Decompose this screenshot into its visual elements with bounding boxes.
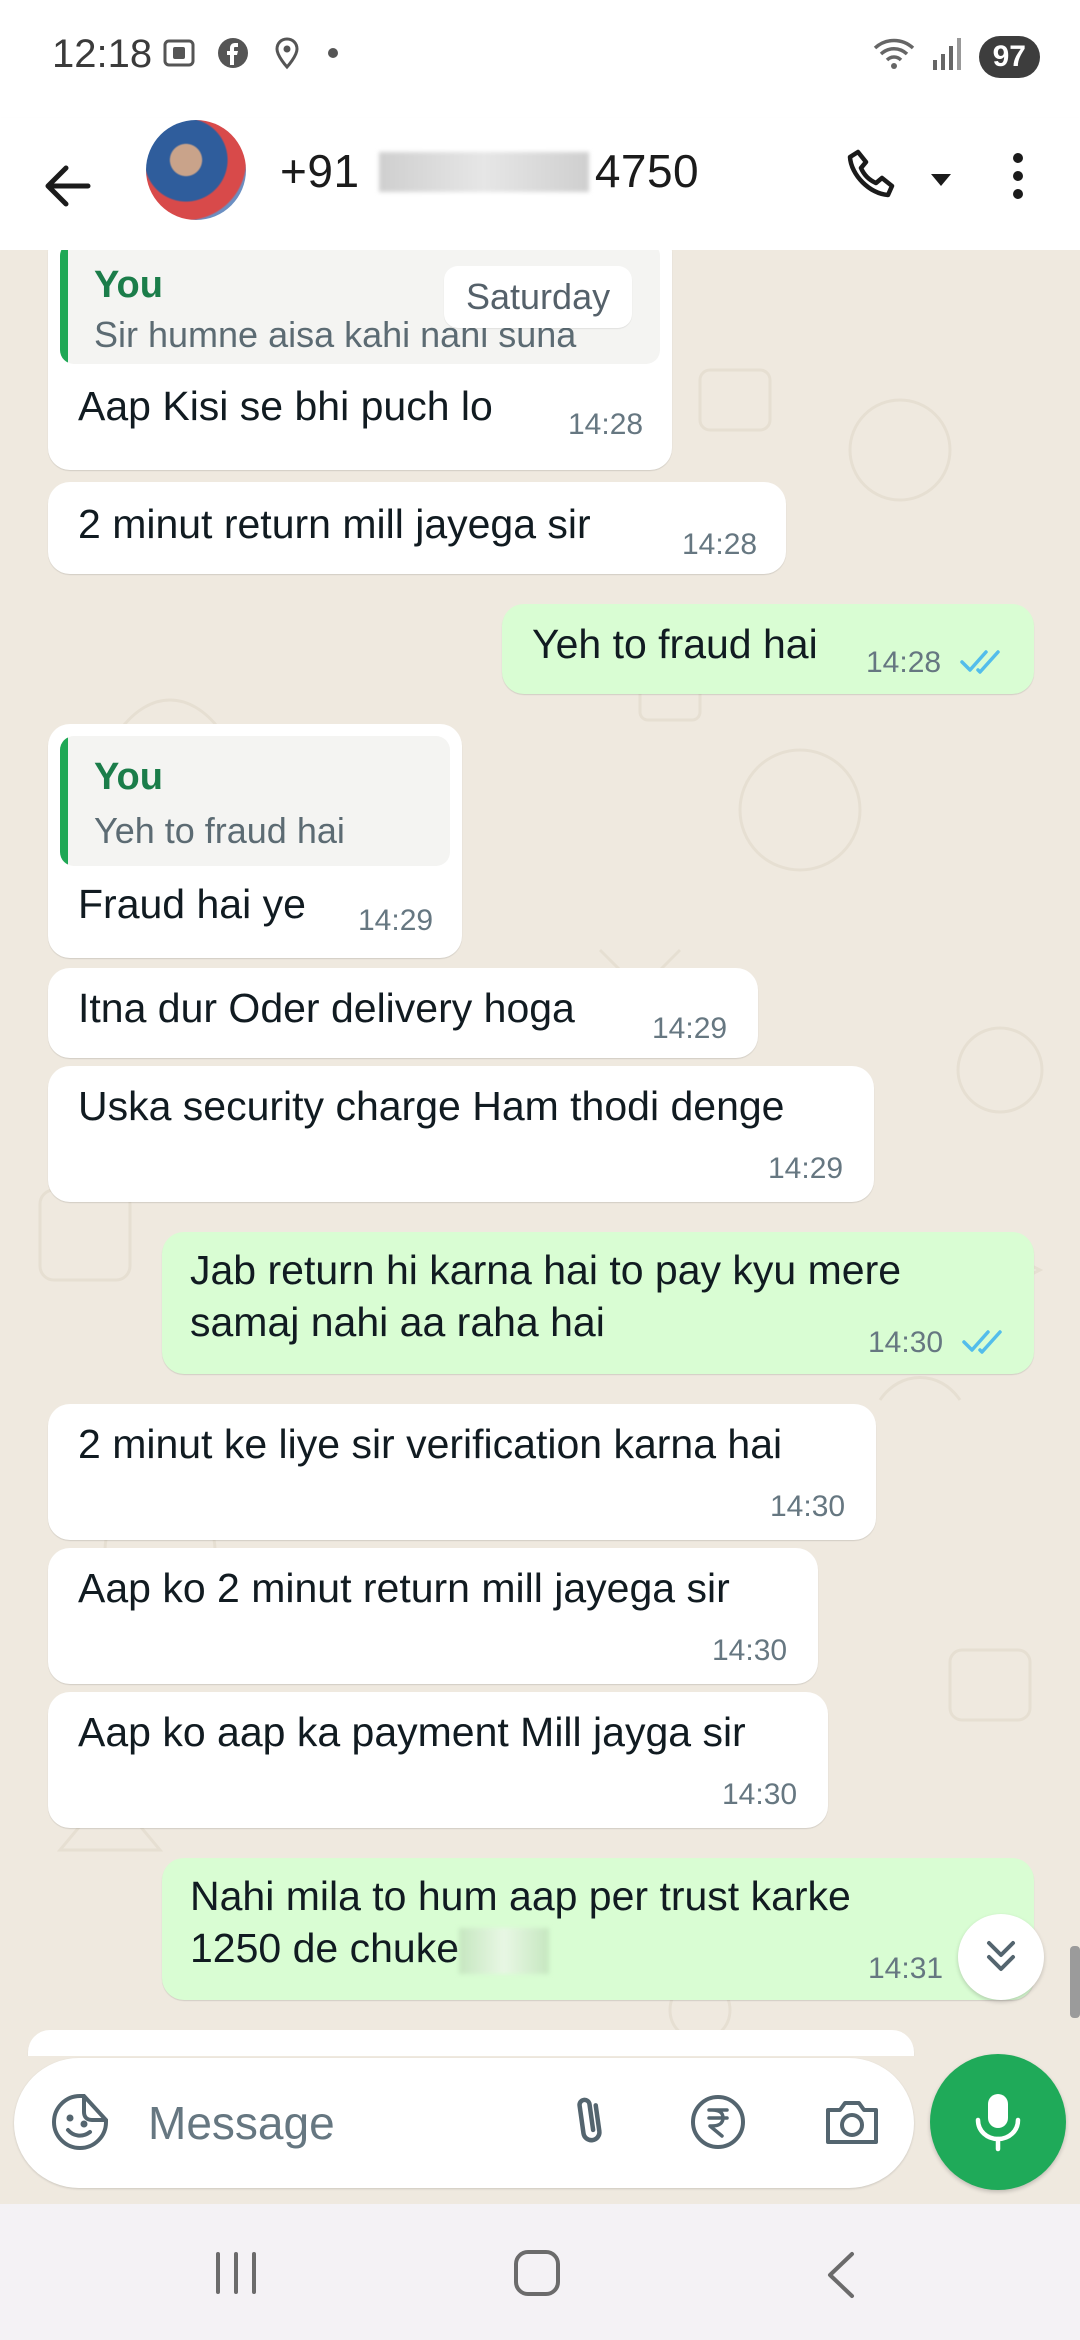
quote-author: You — [94, 264, 163, 306]
message-time: 14:31 — [868, 1952, 944, 1985]
facebook-icon — [214, 34, 252, 72]
quote-author: You — [94, 756, 163, 798]
composer — [14, 2058, 914, 2188]
message-text-visible: 1250 de chuke — [190, 1925, 460, 1971]
message-bubble-outgoing[interactable]: Yeh to fraud hai 14:28 — [502, 604, 1034, 694]
message-time: 14:29 — [768, 1152, 844, 1185]
sticker-icon[interactable] — [48, 2090, 112, 2154]
message-bubble-incoming[interactable]: 2 minut return mill jayega sir 14:28 — [48, 482, 786, 574]
message-list[interactable]: You Sir humne aisa kahi nahi suna Aap Ki… — [0, 250, 1080, 2056]
message-text-line: samaj nahi aa raha hai — [190, 1299, 605, 1345]
message-time: 14:28 — [568, 408, 644, 441]
scrollbar-thumb[interactable] — [1070, 1946, 1080, 2018]
camera-icon[interactable] — [820, 2090, 884, 2154]
wifi-icon — [871, 34, 917, 79]
phone-icon[interactable] — [840, 144, 904, 208]
contact-prefix: +91 — [280, 145, 360, 197]
message-bubble-incoming[interactable]: You Yeh to fraud hai Fraud hai ye 14:29 — [48, 724, 462, 958]
message-bubble-outgoing[interactable]: Nahi mila to hum aap per trust karke 125… — [162, 1858, 1034, 2000]
message-text-line: 1250 de chuke — [190, 1922, 550, 1975]
avatar[interactable] — [146, 120, 246, 220]
status-bar: 12:18 97 — [0, 0, 1080, 118]
redacted-text — [459, 1928, 550, 1975]
home-icon[interactable] — [512, 2248, 562, 2298]
system-navigation-bar — [0, 2204, 1080, 2340]
message-time: 14:30 — [868, 1326, 944, 1359]
message-bubble-outgoing[interactable]: Jab return hi karna hai to pay kyu mere … — [162, 1232, 1034, 1374]
screenshot-icon — [160, 34, 198, 72]
date-chip: Saturday — [444, 266, 633, 328]
contact-name[interactable]: +91 4750 — [280, 144, 699, 198]
recent-apps-icon[interactable] — [210, 2250, 262, 2296]
status-time: 12:18 — [52, 32, 153, 76]
chat-header: +91 4750 — [0, 118, 1080, 250]
quoted-message[interactable]: You Yeh to fraud hai — [60, 736, 450, 866]
message-text: 2 minut ke liye sir verification karna h… — [78, 1421, 783, 1467]
more-vertical-icon[interactable] — [996, 144, 1040, 208]
message-text-line: Jab return hi karna hai to pay kyu mere — [190, 1247, 902, 1293]
message-text: Fraud hai ye — [78, 881, 306, 927]
quote-bar — [60, 250, 68, 364]
status-system-icons: 97 — [871, 34, 1040, 79]
message-text: Aap ko 2 minut return mill jayega sir — [78, 1565, 730, 1611]
message-bubble-incoming[interactable] — [28, 2030, 914, 2056]
location-icon — [268, 34, 306, 72]
message-text: 2 minut return mill jayega sir — [78, 501, 591, 547]
message-bubble-incoming[interactable]: Uska security charge Ham thodi denge 14:… — [48, 1066, 874, 1202]
message-text: Aap Kisi se bhi puch lo — [78, 383, 493, 429]
message-text: Yeh to fraud hai — [532, 621, 818, 667]
message-bubble-incoming[interactable]: Itna dur Oder delivery hoga 14:29 — [48, 968, 758, 1058]
chevron-down-icon[interactable] — [926, 164, 956, 194]
quote-bar — [60, 736, 68, 866]
message-bubble-incoming[interactable]: Aap ko aap ka payment Mill jayga sir 14:… — [48, 1692, 828, 1828]
contact-suffix: 4750 — [594, 145, 700, 197]
message-input[interactable] — [146, 2092, 530, 2154]
message-time: 14:28 — [682, 528, 758, 561]
battery-level: 97 — [978, 35, 1040, 78]
message-text: Uska security charge Ham thodi denge — [78, 1083, 785, 1129]
message-text: Aap ko aap ka payment Mill jayga sir — [78, 1709, 746, 1755]
quote-text: Yeh to fraud hai — [94, 810, 345, 851]
paperclip-icon[interactable] — [560, 2090, 624, 2154]
more-notifications-icon — [328, 48, 338, 58]
message-time: 14:29 — [358, 904, 434, 937]
signal-icon — [931, 36, 965, 77]
back-icon[interactable] — [820, 2250, 860, 2300]
arrow-left-icon[interactable] — [36, 154, 100, 218]
message-text: Itna dur Oder delivery hoga — [78, 985, 575, 1031]
read-receipt-icon — [962, 1330, 1002, 1354]
read-receipt-icon — [960, 650, 1000, 674]
message-time: 14:28 — [866, 646, 942, 679]
message-bubble-incoming[interactable]: 2 minut ke liye sir verification karna h… — [48, 1404, 876, 1540]
redacted-number — [378, 151, 589, 192]
rupee-icon[interactable] — [686, 2090, 750, 2154]
message-time: 14:29 — [652, 1012, 728, 1045]
message-text-line: Nahi mila to hum aap per trust karke — [190, 1873, 851, 1919]
scroll-to-bottom-button[interactable] — [958, 1914, 1044, 2000]
voice-message-button[interactable] — [930, 2054, 1066, 2190]
message-time: 14:30 — [712, 1634, 788, 1667]
status-notification-icons — [160, 34, 338, 72]
message-time: 14:30 — [770, 1490, 846, 1523]
message-time: 14:30 — [722, 1778, 798, 1811]
message-bubble-incoming[interactable]: Aap ko 2 minut return mill jayega sir 14… — [48, 1548, 818, 1684]
